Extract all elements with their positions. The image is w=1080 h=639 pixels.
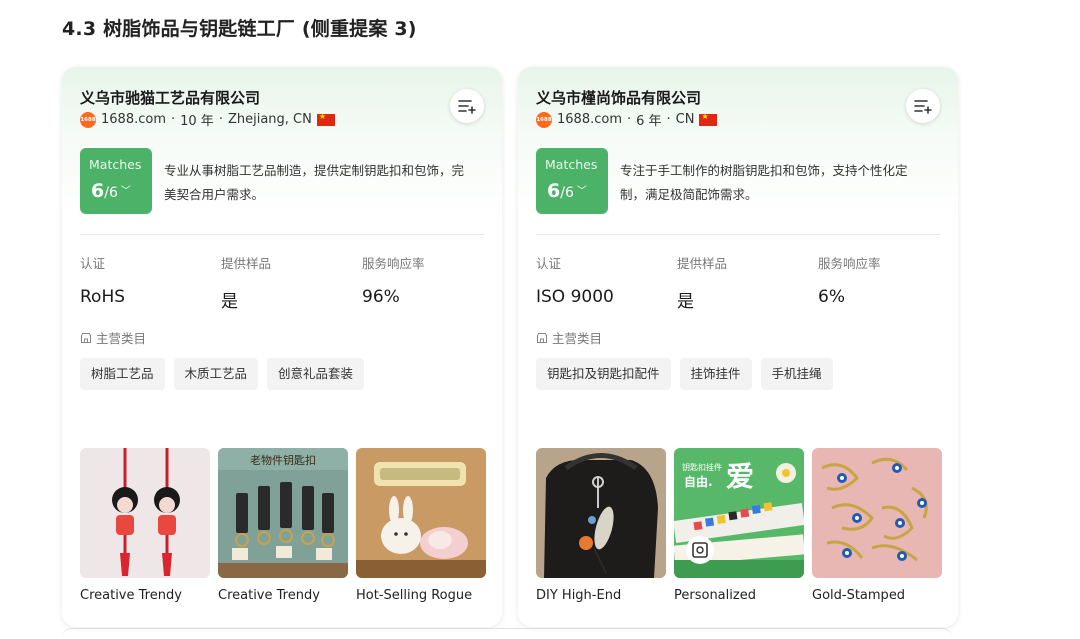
chevron-down-icon: ﹀ xyxy=(120,186,131,197)
product-name[interactable]: Hot-Selling Rogue xyxy=(356,588,472,603)
product-name[interactable]: Personalized xyxy=(674,588,756,603)
platform-name: 1688.com xyxy=(101,112,166,127)
divider xyxy=(536,234,940,235)
main-category-heading: 主营类目 xyxy=(536,328,602,347)
stat-label-response-rate: 服务响应率 xyxy=(362,256,425,271)
supplier-card-1[interactable]: 义乌市驰猫工艺品有限公司 1688 1688.com · 10 年 · Zhej… xyxy=(62,67,502,627)
stat-label-response-rate: 服务响应率 xyxy=(818,256,881,271)
stat-label-certification: 认证 xyxy=(536,256,562,271)
cn-flag-icon xyxy=(699,112,718,126)
svg-text:老物件钥匙扣: 老物件钥匙扣 xyxy=(250,453,316,467)
stat-label-samples: 提供样品 xyxy=(221,256,272,271)
stat-value-samples: 是 xyxy=(677,292,694,312)
product-name[interactable]: Creative Trendy xyxy=(218,588,320,603)
supplier-meta: 1688 1688.com · 6 年 · CN xyxy=(536,110,718,129)
product-name[interactable]: Gold-Stamped xyxy=(812,588,905,603)
cn-flag-icon xyxy=(316,112,335,126)
category-tag[interactable]: 挂饰挂件 xyxy=(679,358,752,390)
supplier-description: 专业从事树脂工艺品制造，提供定制钥匙扣和包饰，完美契合用户需求。 xyxy=(164,163,465,202)
platform-name: 1688.com xyxy=(557,112,622,127)
matches-count: 6/6 ﹀ xyxy=(91,180,131,202)
category-tag[interactable]: 钥匙扣及钥匙扣配件 xyxy=(536,358,671,390)
add-to-list-button[interactable] xyxy=(906,89,940,123)
supplier-description: 专注于手工制作的树脂钥匙扣和包饰，支持个性化定制，满足极简配饰需求。 xyxy=(620,163,908,202)
store-icon xyxy=(81,332,91,343)
stat-value-response-rate: 6% xyxy=(818,287,845,307)
platform-logo-icon: 1688 xyxy=(536,111,552,128)
company-name[interactable]: 义乌市槿尚饰品有限公司 xyxy=(536,87,701,108)
category-tag[interactable]: 手机挂绳 xyxy=(760,358,833,390)
product-image-letter-bead-keychains[interactable]: 钥匙扣挂件 自由. 爱 xyxy=(674,448,804,578)
product-image-resin-bunny-figurines[interactable] xyxy=(356,448,486,578)
store-icon xyxy=(537,332,547,343)
add-to-list-icon xyxy=(458,100,476,114)
category-tag[interactable]: 木质工艺品 xyxy=(173,358,259,390)
product-image-bag-charm-on-black-bag[interactable] xyxy=(536,448,666,578)
supplier-meta: 1688 1688.com · 10 年 · Zhejiang, CN xyxy=(80,110,335,129)
section-title: 4.3 树脂饰品与钥匙链工厂 (侧重提案 3) xyxy=(62,18,417,40)
svg-text:爱: 爱 xyxy=(726,460,754,493)
chevron-down-icon: ﹀ xyxy=(576,186,587,197)
company-name[interactable]: 义乌市驰猫工艺品有限公司 xyxy=(80,87,260,108)
supplier-location: Zhejiang, CN xyxy=(227,112,312,127)
category-tags: 树脂工艺品 木质工艺品 创意礼品套装 xyxy=(80,358,365,390)
svg-text:自由.: 自由. xyxy=(684,474,713,489)
platform-logo-icon: 1688 xyxy=(80,111,96,128)
category-tag[interactable]: 创意礼品套装 xyxy=(267,358,365,390)
main-category-heading: 主营类目 xyxy=(80,328,146,347)
svg-text:钥匙扣挂件: 钥匙扣挂件 xyxy=(682,462,722,472)
matches-label: Matches xyxy=(545,157,598,172)
matches-label: Matches xyxy=(89,157,142,172)
stat-value-certification: RoHS xyxy=(80,287,126,307)
product-name[interactable]: Creative Trendy xyxy=(80,588,182,603)
years-in-business: 6 年 xyxy=(636,114,662,129)
matches-badge[interactable]: Matches 6/6 ﹀ xyxy=(80,148,152,214)
add-to-list-button[interactable] xyxy=(450,89,484,123)
stat-value-samples: 是 xyxy=(221,292,238,312)
stat-value-response-rate: 96% xyxy=(362,287,400,307)
supplier-card-2[interactable]: 义乌市槿尚饰品有限公司 1688 1688.com · 6 年 · CN Mat… xyxy=(518,67,958,627)
stat-value-certification: ISO 9000 xyxy=(536,287,614,307)
category-tags: 钥匙扣及钥匙扣配件 挂饰挂件 手机挂绳 xyxy=(536,358,833,390)
matches-count: 6/6 ﹀ xyxy=(547,180,587,202)
stat-label-certification: 认证 xyxy=(80,256,106,271)
divider xyxy=(80,234,484,235)
product-name[interactable]: DIY High-End xyxy=(536,588,621,603)
supplier-location: CN xyxy=(675,112,695,127)
add-to-list-icon xyxy=(914,100,932,114)
matches-badge[interactable]: Matches 6/6 ﹀ xyxy=(536,148,608,214)
stat-label-samples: 提供样品 xyxy=(677,256,728,271)
product-image-wooden-tag-keychains[interactable]: 老物件钥匙扣 xyxy=(218,448,348,578)
years-in-business: 10 年 xyxy=(180,114,214,129)
product-image-red-tassel-keychains[interactable] xyxy=(80,448,210,578)
product-image-gold-evil-eye-keychains[interactable] xyxy=(812,448,942,578)
category-tag[interactable]: 树脂工艺品 xyxy=(80,358,165,390)
